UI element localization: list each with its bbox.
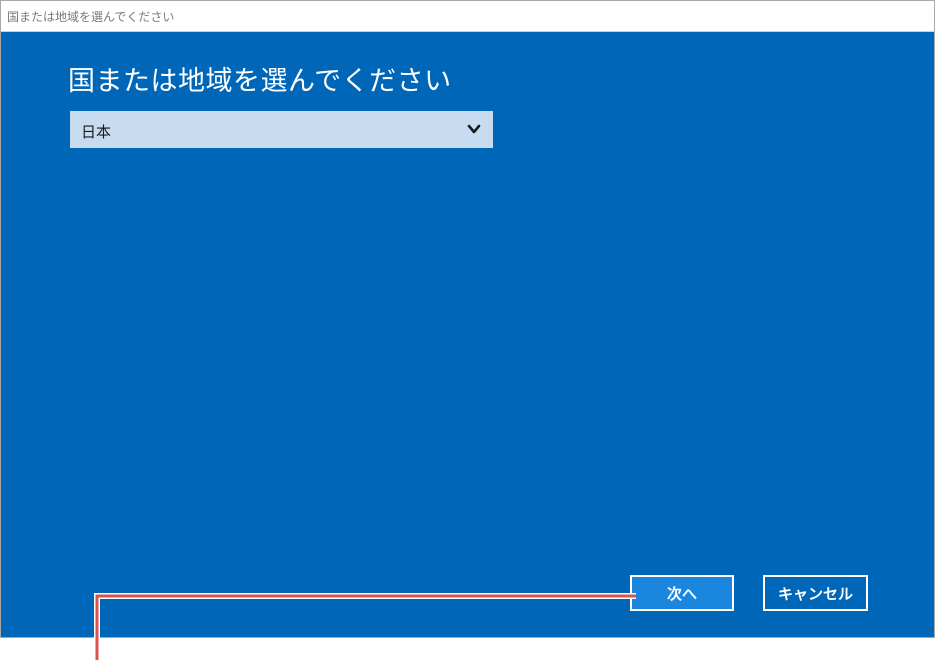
- region-select[interactable]: 日本: [70, 111, 493, 148]
- region-select-value: 日本: [81, 123, 112, 141]
- setup-window: 国または地域を選んでください 国または地域を選んでください 日本 次へ キャンセ…: [0, 0, 935, 638]
- page-title: 国または地域を選んでください: [68, 66, 452, 97]
- next-button[interactable]: 次へ: [630, 575, 734, 611]
- cancel-button[interactable]: キャンセル: [763, 575, 868, 611]
- chevron-down-icon: [467, 124, 481, 134]
- window-title: 国または地域を選んでください: [7, 10, 175, 24]
- title-bar: 国または地域を選んでください: [1, 1, 934, 32]
